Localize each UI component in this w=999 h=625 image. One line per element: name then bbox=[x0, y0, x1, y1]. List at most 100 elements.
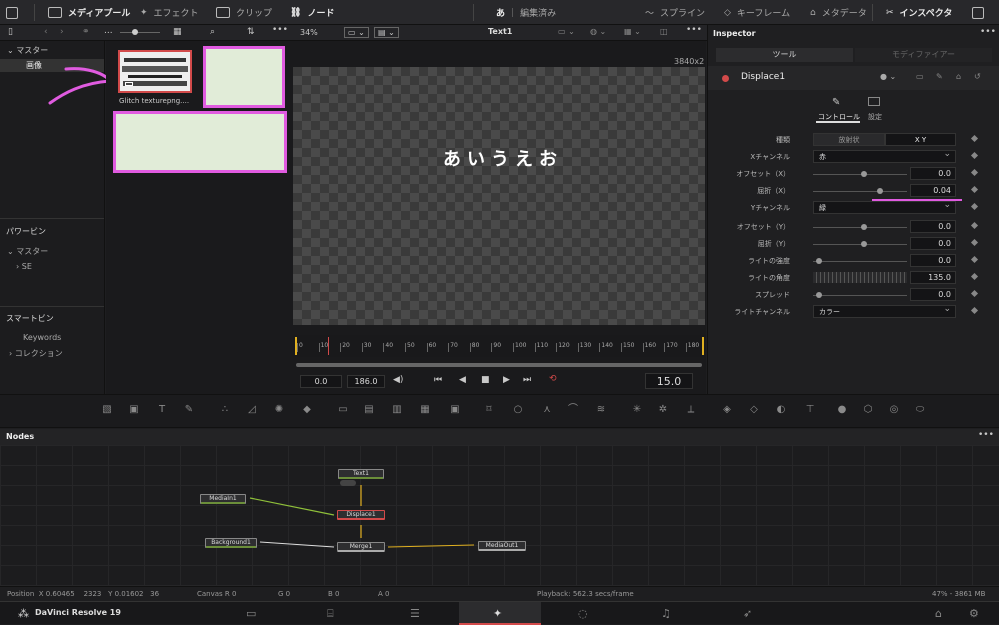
text3d-tool-icon[interactable]: ⊤ bbox=[803, 404, 817, 416]
polygon-mask-icon[interactable]: ⋏ bbox=[540, 404, 554, 416]
render-start-time[interactable]: 0.0 bbox=[300, 375, 342, 388]
media-pool-options-button[interactable]: ••• bbox=[272, 25, 288, 35]
zoom-select[interactable]: 34% bbox=[300, 28, 318, 37]
dissolve-tool-icon[interactable]: ▤ bbox=[362, 404, 376, 416]
text-tool-icon[interactable]: T bbox=[155, 404, 169, 416]
refraction-y-value[interactable]: 0.0 bbox=[910, 237, 956, 250]
search-icon[interactable]: ⌕ bbox=[210, 27, 215, 37]
renderer3d-tool-icon[interactable]: ⬭ bbox=[913, 404, 927, 416]
keyframe-diamond-icon[interactable] bbox=[970, 134, 979, 143]
shapes3d-tool-icon[interactable]: ◐ bbox=[774, 404, 788, 416]
spline-button[interactable]: 〜スプライン bbox=[645, 0, 705, 25]
play-icon[interactable]: ▶ bbox=[503, 375, 510, 385]
refraction-x-value[interactable]: 0.04 bbox=[910, 184, 956, 197]
viewer-canvas[interactable]: あいうえお bbox=[293, 67, 705, 325]
shape-tool-icon[interactable]: ◈ bbox=[720, 404, 734, 416]
node-mediaout1[interactable]: MediaOut1 bbox=[478, 541, 526, 551]
smart-bin-collection[interactable]: › コレクション bbox=[9, 348, 63, 359]
paint-tool-icon[interactable]: ✎ bbox=[182, 404, 196, 416]
matte-tool-icon[interactable]: ▥ bbox=[390, 404, 404, 416]
versions-icon[interactable]: ▭ bbox=[916, 72, 924, 81]
keyframe-diamond-icon[interactable] bbox=[970, 272, 979, 281]
refraction-y-slider[interactable] bbox=[813, 244, 907, 245]
light-angle-value[interactable]: 135.0 bbox=[910, 271, 956, 284]
inspector-button[interactable]: ✂ インスペクタ bbox=[886, 0, 952, 25]
node-mediain1[interactable]: MediaIn1 bbox=[200, 494, 246, 504]
display-select[interactable]: ▤ ⌄ bbox=[374, 27, 399, 38]
sub-tab-settings[interactable]: 設定 bbox=[866, 95, 890, 123]
node-text1[interactable]: Text1 bbox=[338, 469, 384, 479]
fusion-page-tab[interactable]: ✦ bbox=[459, 602, 541, 625]
settings-gear-icon[interactable]: ⚙ bbox=[969, 607, 979, 620]
node-background1[interactable]: Background1 bbox=[205, 538, 257, 548]
slider-knob[interactable] bbox=[861, 171, 867, 177]
metadata-button[interactable]: ⌂ メタデータ bbox=[810, 0, 867, 25]
light-angle-dial[interactable] bbox=[813, 272, 907, 283]
pin-icon[interactable]: ✎ bbox=[936, 72, 943, 81]
offset-x-slider[interactable] bbox=[813, 174, 907, 175]
grid-view-icon[interactable]: ▦ bbox=[173, 27, 182, 37]
inspector-options-button[interactable]: ••• bbox=[980, 27, 996, 37]
refraction-x-slider[interactable] bbox=[813, 191, 907, 192]
node-enable-icon[interactable] bbox=[722, 75, 729, 82]
keyframes-button[interactable]: ◇ キーフレーム bbox=[724, 0, 790, 25]
prender-tool-icon[interactable]: ✲ bbox=[656, 404, 670, 416]
link-icon[interactable]: ⚭ bbox=[82, 27, 90, 37]
sort-icon[interactable]: ⇅ bbox=[247, 27, 255, 37]
keyframe-diamond-icon[interactable] bbox=[970, 289, 979, 298]
y-channel-select[interactable]: 緑 bbox=[813, 199, 956, 214]
home-icon[interactable]: ⌂ bbox=[935, 607, 942, 620]
color-page-icon[interactable]: ◌ bbox=[578, 607, 588, 620]
node-merge1[interactable]: Merge1 bbox=[337, 542, 385, 552]
keyframe-diamond-icon[interactable] bbox=[970, 238, 979, 247]
view-mode-select[interactable]: ▭ ⌄ bbox=[344, 27, 369, 38]
camera3d-tool-icon[interactable]: ◎ bbox=[887, 404, 901, 416]
bin-master[interactable]: ⌄ マスター bbox=[7, 45, 48, 56]
x-channel-select[interactable]: 赤 bbox=[813, 148, 956, 163]
wave-tool-icon[interactable]: ≋ bbox=[594, 404, 608, 416]
roi-icon[interactable]: ▭ ⌄ bbox=[558, 27, 575, 36]
viewer-options-button[interactable]: ••• bbox=[686, 25, 702, 35]
keyframe-diamond-icon[interactable] bbox=[970, 168, 979, 177]
light-channel-select[interactable]: カラー bbox=[813, 303, 956, 318]
lock-icon[interactable]: ⌂ bbox=[956, 72, 961, 81]
panel-toggle-icon[interactable]: ▯ bbox=[8, 27, 13, 37]
power-bin-se[interactable]: › SE bbox=[16, 262, 32, 271]
color-dot-icon[interactable]: ● ⌄ bbox=[880, 72, 896, 81]
effects-button[interactable]: ✦ エフェクト bbox=[140, 0, 199, 25]
spread-value[interactable]: 0.0 bbox=[910, 288, 956, 301]
cut-page-icon[interactable]: ⌸ bbox=[327, 607, 334, 621]
slider-knob[interactable] bbox=[816, 292, 822, 298]
split-view-icon[interactable]: ◫ bbox=[660, 27, 668, 36]
light-tool-icon[interactable]: ● bbox=[835, 404, 849, 416]
thumbnail-size-slider[interactable] bbox=[120, 32, 160, 33]
tab-modifier[interactable]: モディファイアー bbox=[855, 48, 992, 62]
image-tool-icon[interactable]: ▣ bbox=[127, 404, 141, 416]
out-point-marker[interactable] bbox=[702, 337, 704, 355]
node-preview-toggle[interactable] bbox=[340, 480, 356, 486]
power-bin-master[interactable]: ⌄ マスター bbox=[7, 246, 48, 257]
spread-slider[interactable] bbox=[813, 295, 907, 296]
nodes-options-button[interactable]: ••• bbox=[978, 430, 994, 440]
slider-knob[interactable] bbox=[816, 258, 822, 264]
merge3d-tool-icon[interactable]: ⬡ bbox=[861, 404, 875, 416]
step-back-icon[interactable]: ◀ bbox=[459, 375, 466, 385]
color-tool-icon[interactable]: ◆ bbox=[300, 404, 314, 416]
current-frame[interactable]: 15.0 bbox=[645, 373, 693, 389]
slider-knob[interactable] bbox=[877, 188, 883, 194]
smart-bin-keywords[interactable]: Keywords bbox=[23, 333, 61, 342]
merge-tool-icon[interactable]: ▭ bbox=[336, 404, 350, 416]
grid-overlay-icon[interactable]: ▦ ⌄ bbox=[624, 27, 641, 36]
background-tool-icon[interactable]: ▧ bbox=[100, 404, 114, 416]
type-radial-button[interactable]: 放射状 bbox=[813, 133, 885, 146]
slider-knob[interactable] bbox=[861, 224, 867, 230]
node-displace1[interactable]: Displace1 bbox=[337, 510, 385, 520]
workspace-menu-button[interactable] bbox=[6, 0, 18, 25]
keyframe-diamond-icon[interactable] bbox=[970, 221, 979, 230]
light-strength-slider[interactable] bbox=[813, 261, 907, 262]
clip-thumbnail[interactable] bbox=[118, 50, 192, 93]
cube-tool-icon[interactable]: ◇ bbox=[747, 404, 761, 416]
tab-tools[interactable]: ツール bbox=[716, 48, 853, 62]
media-pool-button[interactable]: メディアプール bbox=[48, 0, 130, 25]
offset-y-value[interactable]: 0.0 bbox=[910, 220, 956, 233]
